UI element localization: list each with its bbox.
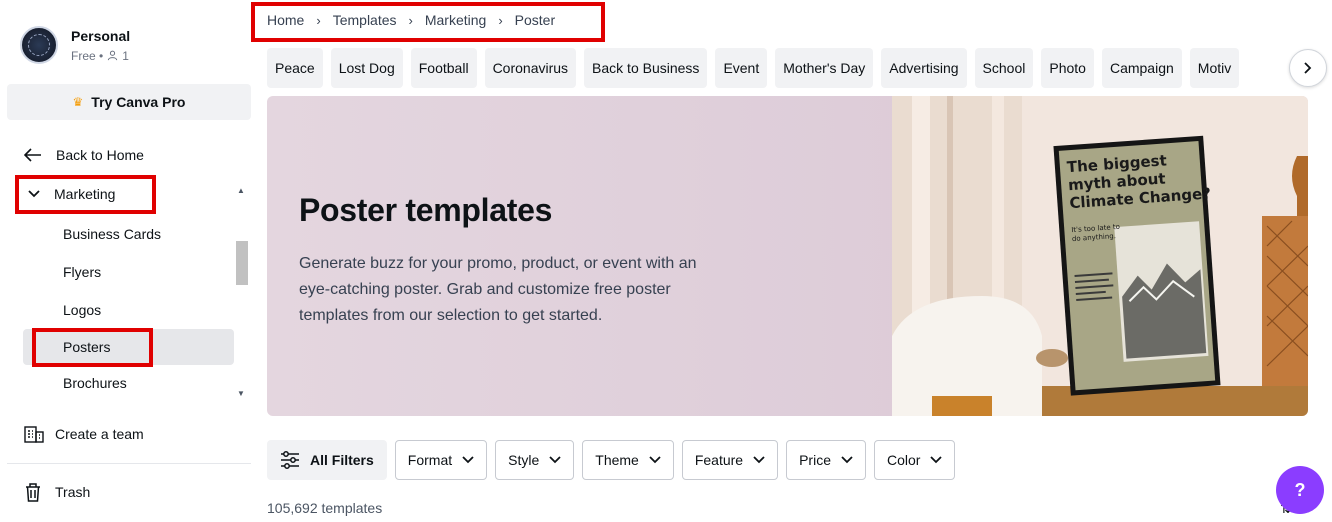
breadcrumb-marketing[interactable]: Marketing <box>425 12 486 28</box>
nav-scrollbar[interactable]: ▲ ▼ <box>234 184 250 398</box>
nav-item-business-cards[interactable]: Business Cards <box>23 216 234 252</box>
account-plan-label: Free • <box>71 48 104 63</box>
filter-label: Color <box>887 452 921 468</box>
filter-color[interactable]: Color <box>874 440 956 480</box>
nav-item-label: Logos <box>63 302 102 318</box>
page-title: Poster templates <box>299 192 553 228</box>
chip-motiv[interactable]: Motiv <box>1189 48 1240 88</box>
chip-school[interactable]: School <box>974 48 1034 88</box>
all-filters-button[interactable]: All Filters <box>267 440 387 480</box>
filter-label: Theme <box>595 452 639 468</box>
nav-item-label: Business Cards <box>63 226 162 242</box>
nav-item-brochures[interactable]: Brochures <box>23 368 234 398</box>
nav-item-label: Brochures <box>63 375 127 391</box>
chip-football[interactable]: Football <box>410 48 477 88</box>
account-switcher[interactable]: Personal Free • 1 <box>20 26 130 64</box>
sidebar: Personal Free • 1 ♛ Try Canva Pro Back t… <box>0 0 258 522</box>
filter-bar: All Filters Format Style Theme Feature P… <box>267 440 956 480</box>
all-filters-label: All Filters <box>310 452 374 468</box>
filter-format[interactable]: Format <box>394 440 488 480</box>
chevron-right-icon: › <box>316 12 321 28</box>
chip-lost-dog[interactable]: Lost Dog <box>330 48 403 88</box>
hero-illustration: The biggest myth about Climate Change? I… <box>892 96 1308 416</box>
filter-theme[interactable]: Theme <box>582 440 674 480</box>
nav-item-posters[interactable]: Posters <box>23 329 234 365</box>
trash-label: Trash <box>55 484 91 500</box>
try-pro-button[interactable]: ♛ Try Canva Pro <box>7 84 251 120</box>
arrow-left-icon <box>24 148 41 162</box>
category-marketing[interactable]: Marketing <box>20 176 230 212</box>
nav-item-logos[interactable]: Logos <box>23 292 234 328</box>
nav-item-flyers[interactable]: Flyers <box>23 254 234 290</box>
chips-next-button[interactable] <box>1289 49 1327 87</box>
scrollbar-thumb[interactable] <box>236 241 248 285</box>
chevron-down-icon <box>753 456 765 464</box>
filter-label: Format <box>407 452 453 468</box>
chevron-down-icon <box>649 456 661 464</box>
hero-banner: Poster templates Generate buzz for your … <box>267 96 1308 416</box>
chevron-down-icon <box>28 190 40 198</box>
breadcrumb-poster: Poster <box>514 12 556 28</box>
nav-item-label: Flyers <box>63 264 102 280</box>
chip-photo[interactable]: Photo <box>1041 48 1094 88</box>
filter-style[interactable]: Style <box>495 440 575 480</box>
chip-mothers-day[interactable]: Mother's Day <box>775 48 874 88</box>
filter-price[interactable]: Price <box>786 440 866 480</box>
create-team-link[interactable]: Create a team <box>24 425 144 443</box>
chevron-right-icon <box>1304 62 1312 74</box>
chevron-down-icon <box>462 456 474 464</box>
chip-advertising[interactable]: Advertising <box>881 48 967 88</box>
account-plan: Free • 1 <box>71 49 130 63</box>
chevron-down-icon <box>549 456 561 464</box>
sidebar-divider <box>7 463 251 464</box>
nav-item-label: Posters <box>63 339 111 355</box>
avatar <box>20 26 58 64</box>
chip-peace[interactable]: Peace <box>267 48 323 88</box>
back-to-home-link[interactable]: Back to Home <box>24 147 144 163</box>
chip-back-to-business[interactable]: Back to Business <box>584 48 708 88</box>
crown-icon: ♛ <box>72 95 84 109</box>
filter-label: Feature <box>694 452 744 468</box>
category-nav: Marketing Business Cards Flyers Logos Po… <box>20 176 252 398</box>
member-count: 1 <box>122 48 129 63</box>
breadcrumb-templates[interactable]: Templates <box>333 12 397 28</box>
filter-label: Price <box>799 452 831 468</box>
chip-event[interactable]: Event <box>715 48 768 88</box>
person-icon <box>108 50 118 61</box>
help-button[interactable]: ? <box>1276 466 1324 514</box>
hero-poster-image: The biggest myth about Climate Change? I… <box>892 96 1308 416</box>
chevron-down-icon <box>930 456 943 464</box>
scroll-up-icon[interactable]: ▲ <box>237 186 245 195</box>
hero-description: Generate buzz for your promo, product, o… <box>299 255 697 324</box>
building-icon <box>24 426 44 443</box>
create-team-label: Create a team <box>55 426 144 442</box>
account-name: Personal <box>71 27 131 44</box>
chevron-right-icon: › <box>408 12 413 28</box>
category-label: Marketing <box>54 186 116 202</box>
filter-feature[interactable]: Feature <box>681 440 779 480</box>
trash-link[interactable]: Trash <box>24 482 90 502</box>
chevron-right-icon: › <box>498 12 503 28</box>
template-count: 105,692 templates <box>267 500 383 516</box>
try-pro-label: Try Canva Pro <box>91 94 186 110</box>
breadcrumb: Home › Templates › Marketing › Poster <box>267 12 555 28</box>
topic-chips: Peace Lost Dog Football Coronavirus Back… <box>267 48 1297 88</box>
back-to-home-label: Back to Home <box>56 147 144 163</box>
chip-campaign[interactable]: Campaign <box>1101 48 1182 88</box>
filter-label: Style <box>508 452 540 468</box>
breadcrumb-home[interactable]: Home <box>267 12 304 28</box>
chevron-down-icon <box>841 456 853 464</box>
sliders-icon <box>281 451 299 469</box>
trash-icon <box>26 483 40 502</box>
chip-coronavirus[interactable]: Coronavirus <box>484 48 577 88</box>
scroll-down-icon[interactable]: ▼ <box>237 389 245 398</box>
